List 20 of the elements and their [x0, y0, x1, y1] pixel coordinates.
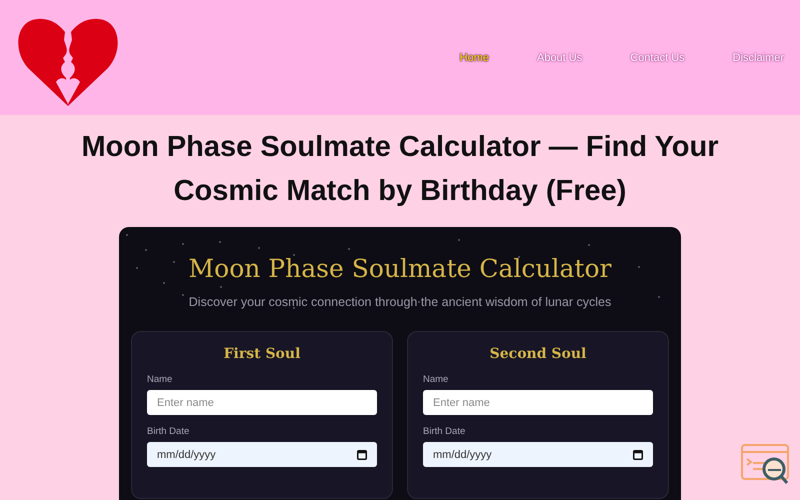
calculator-title: Moon Phase Soulmate Calculator	[188, 253, 612, 285]
nav-link[interactable]: Home	[460, 48, 489, 68]
nav-link[interactable]: About Us	[536, 48, 582, 68]
calendar-icon[interactable]	[357, 450, 367, 460]
field-label: Name	[423, 374, 450, 385]
field-label: Birth Date	[423, 426, 466, 437]
calculator-subtitle: Discover your cosmic connection through the ancient wisdom of lunar cycles	[188, 295, 612, 309]
nav-link[interactable]: Disclaimer	[732, 48, 784, 68]
nav-link[interactable]: Contact Us	[630, 48, 685, 68]
page-title: Moon Phase Soulmate Calculator — Find Your Cosmic Match by Birthday (Free)	[80, 130, 720, 209]
field-label: Name	[147, 374, 174, 385]
calendar-icon[interactable]	[633, 450, 643, 460]
name-input[interactable]: Enter name	[423, 390, 653, 415]
name-input[interactable]: Enter name	[147, 390, 377, 415]
search-window-icon[interactable]	[741, 444, 791, 486]
panel-title: Second Soul	[488, 346, 588, 362]
field-label: Birth Date	[147, 426, 190, 437]
panel-title: First Soul	[222, 346, 302, 362]
date-input[interactable]: mm/dd/yyyy	[423, 442, 653, 467]
date-input[interactable]: mm/dd/yyyy	[147, 442, 377, 467]
